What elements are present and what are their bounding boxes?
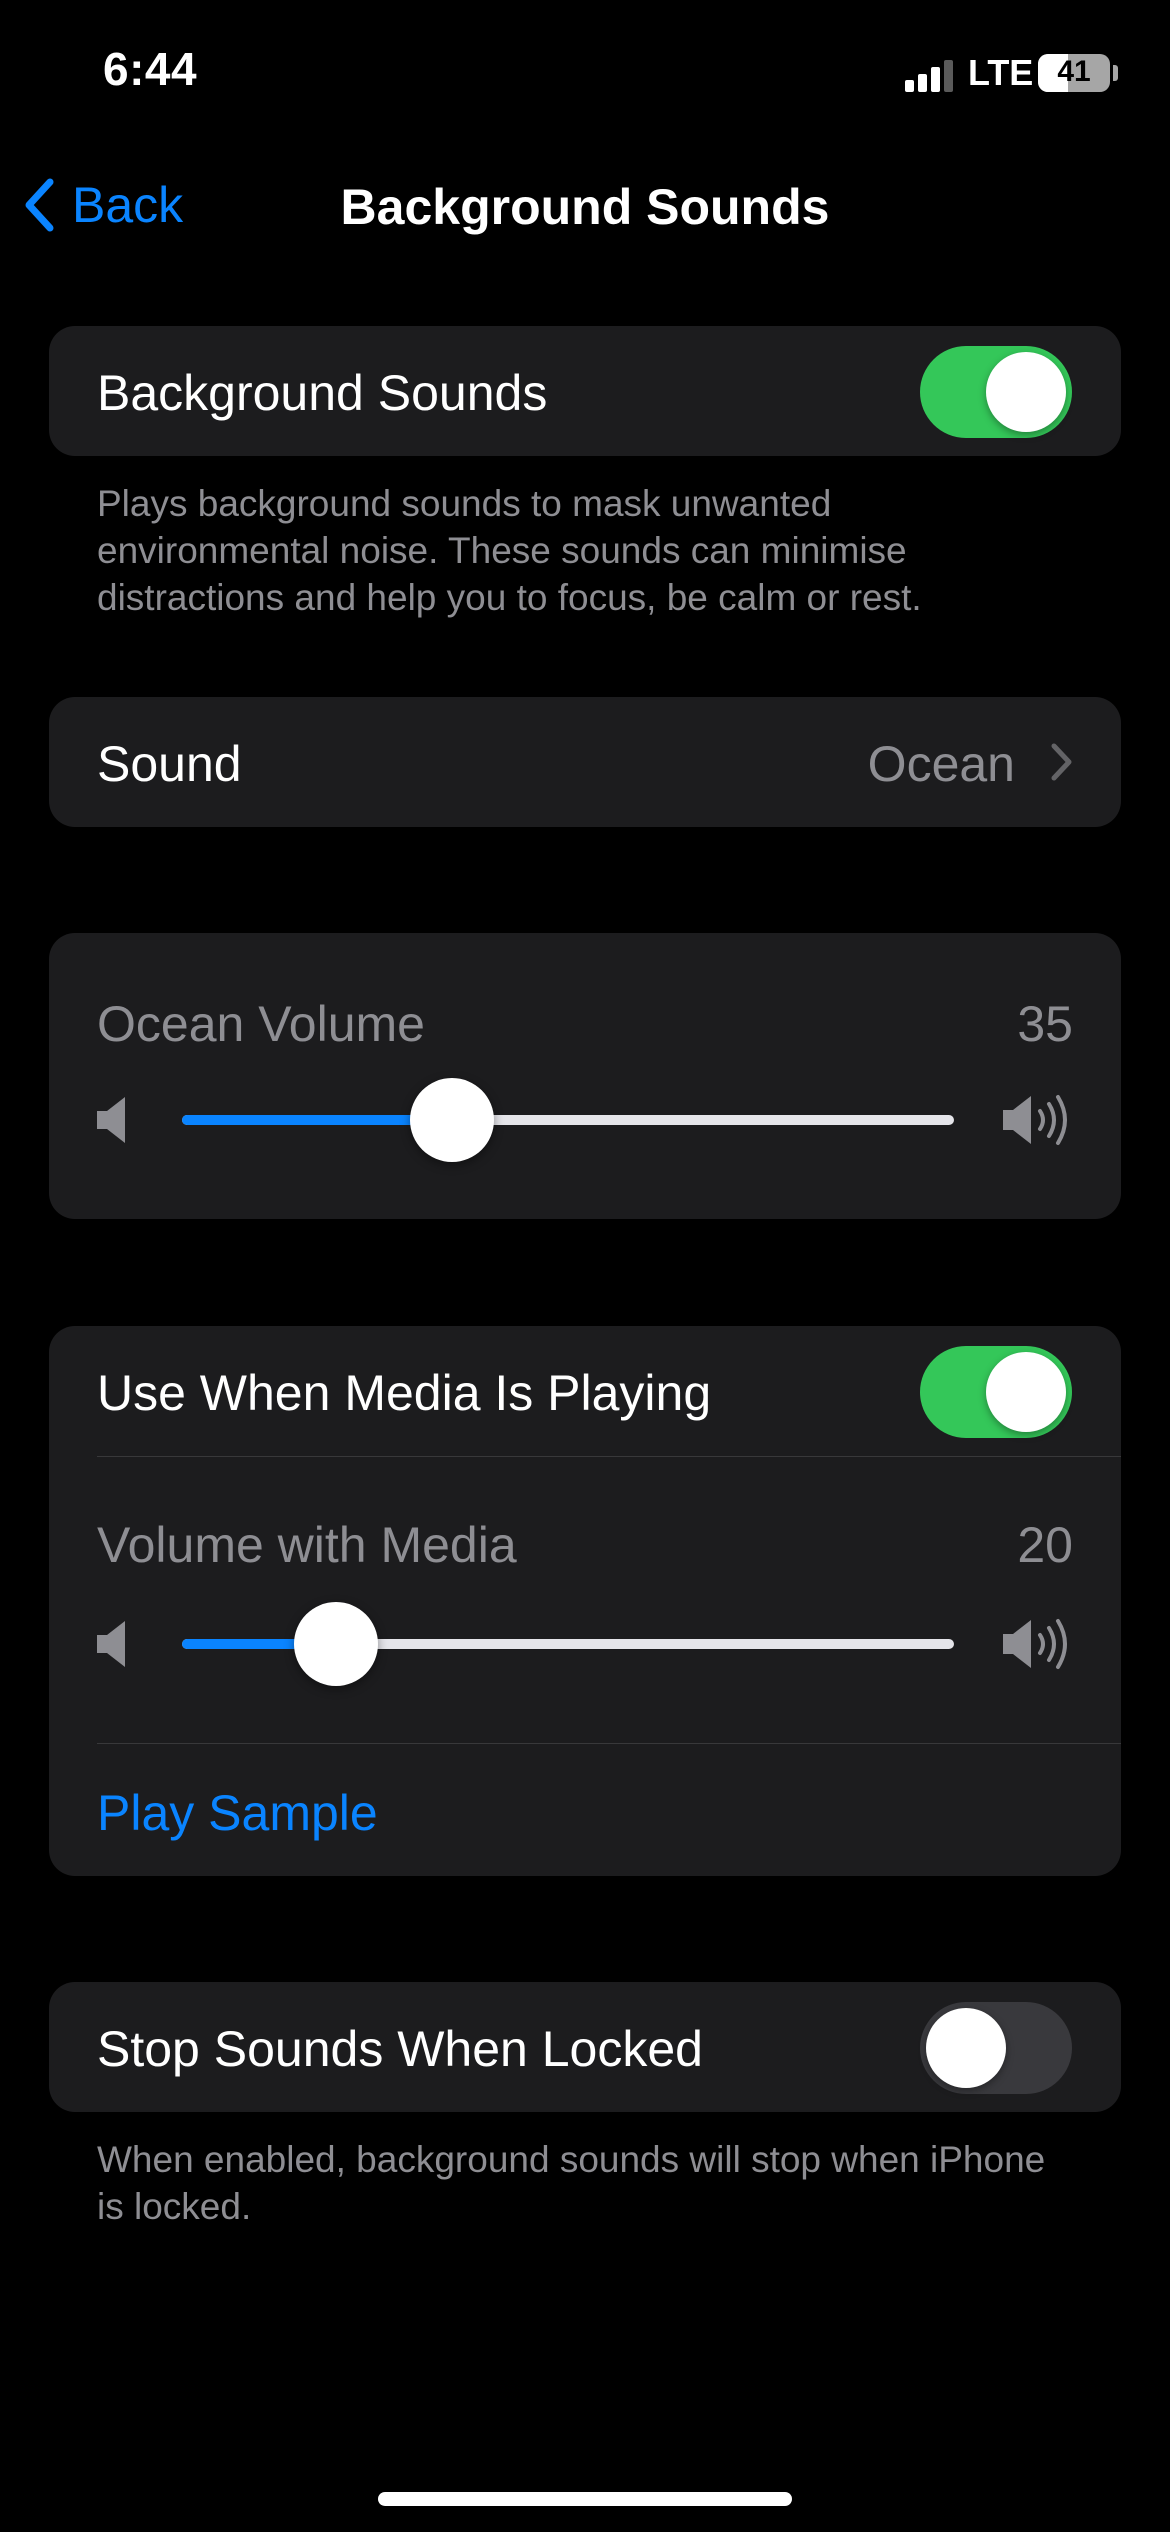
- ocean-volume-value: 35: [1017, 996, 1073, 1052]
- media-group: Use When Media Is Playing Volume with Me…: [49, 1326, 1121, 1876]
- ocean-volume-slider[interactable]: [182, 1078, 954, 1162]
- volume-with-media-label: Volume with Media: [97, 1517, 517, 1573]
- speaker-high-icon: [1003, 1619, 1067, 1669]
- ocean-volume-group: Ocean Volume 35: [49, 933, 1121, 1219]
- stop-when-locked-toggle[interactable]: [920, 2002, 1072, 2094]
- volume-with-media-slider[interactable]: [182, 1602, 954, 1686]
- slider-thumb[interactable]: [294, 1602, 379, 1686]
- battery-nub: [1113, 65, 1118, 81]
- ocean-volume-label: Ocean Volume: [97, 996, 425, 1052]
- status-time: 6:44: [103, 43, 198, 95]
- toggle-knob: [986, 352, 1066, 432]
- page-title: Background Sounds: [340, 179, 830, 235]
- speaker-high-icon: [1003, 1095, 1067, 1145]
- background-sounds-label: Background Sounds: [97, 365, 548, 421]
- toggle-knob: [926, 2008, 1006, 2088]
- stop-when-locked-group: Stop Sounds When Locked: [49, 1982, 1121, 2112]
- volume-with-media-value: 20: [1017, 1517, 1073, 1573]
- speaker-low-icon: [97, 1097, 125, 1143]
- divider: [97, 1456, 1121, 1457]
- battery-percentage: 41: [1057, 55, 1091, 88]
- sound-label: Sound: [97, 736, 242, 792]
- network-type: LTE: [968, 52, 1034, 93]
- home-indicator: [378, 2492, 792, 2506]
- speaker-low-icon: [97, 1621, 125, 1667]
- chevron-right-icon: [1051, 743, 1072, 781]
- sound-row[interactable]: Sound Ocean: [49, 697, 1121, 827]
- toggle-knob: [986, 1352, 1066, 1432]
- cellular-signal-icon: [905, 60, 953, 92]
- background-sounds-description: Plays background sounds to mask unwanted…: [97, 483, 922, 618]
- use-when-media-toggle[interactable]: [920, 1346, 1072, 1438]
- slider-thumb[interactable]: [410, 1078, 495, 1162]
- sound-value: Ocean: [867, 736, 1015, 792]
- stop-when-locked-label: Stop Sounds When Locked: [97, 2021, 703, 2077]
- background-sounds-group: Background Sounds: [49, 326, 1121, 456]
- use-when-media-label: Use When Media Is Playing: [97, 1365, 712, 1421]
- stop-when-locked-description: When enabled, background sounds will sto…: [97, 2139, 1046, 2227]
- divider: [97, 1743, 1121, 1744]
- play-sample-button[interactable]: Play Sample: [97, 1784, 378, 1842]
- battery-icon: 41: [1038, 54, 1110, 92]
- background-sounds-toggle[interactable]: [920, 346, 1072, 438]
